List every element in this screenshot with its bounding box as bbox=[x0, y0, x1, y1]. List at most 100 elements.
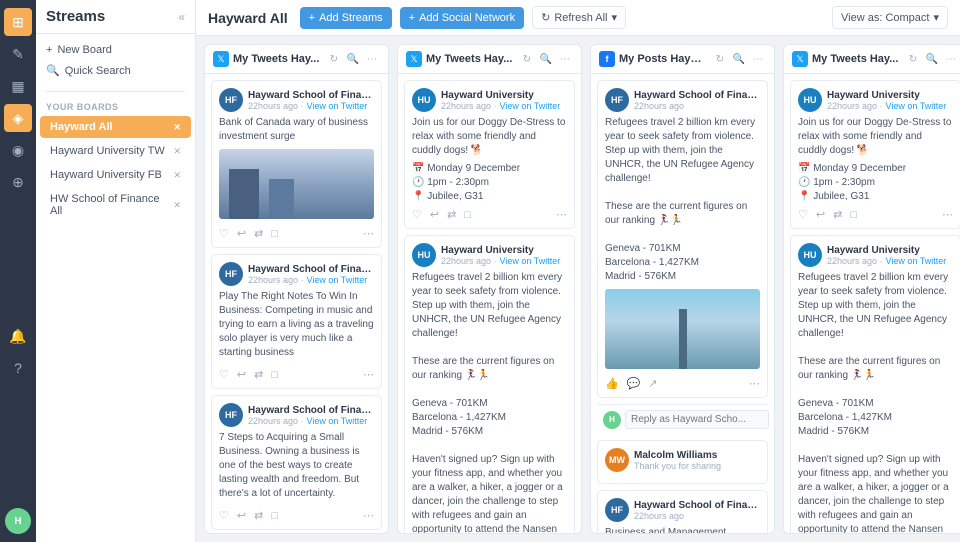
share-icon[interactable]: ↗ bbox=[648, 377, 657, 390]
card-time: 22hours ago · View on Twitter bbox=[248, 101, 374, 111]
nav-streams-icon[interactable]: ◈ bbox=[4, 104, 32, 132]
sidebar-item-hayward-university-tw[interactable]: Hayward University TW ✕ bbox=[40, 140, 191, 162]
nav-more-icon[interactable]: ⊕ bbox=[4, 168, 32, 196]
column-header-1: 𝕏 My Tweets Hay... ↻ 🔍 ⋯ bbox=[205, 45, 388, 74]
quick-search-label: Quick Search bbox=[65, 65, 131, 77]
avatar: HF bbox=[219, 262, 243, 286]
reply-input[interactable] bbox=[625, 410, 769, 429]
search-icon[interactable]: 🔍 bbox=[345, 51, 361, 67]
refresh-icon[interactable]: ↻ bbox=[905, 51, 921, 67]
share-icon[interactable]: □ bbox=[271, 510, 278, 522]
card-time: 22hours ago · View on Twitter bbox=[248, 275, 374, 285]
emoji-icon[interactable]: 😊 bbox=[773, 413, 774, 426]
share-icon[interactable]: □ bbox=[850, 209, 857, 221]
view-on-twitter[interactable]: View on Twitter bbox=[307, 416, 368, 426]
share-icon[interactable]: □ bbox=[271, 369, 278, 381]
nav-compose-icon[interactable]: ✎ bbox=[4, 40, 32, 68]
card-author: Hayward University bbox=[441, 90, 567, 101]
close-board-icon[interactable]: ✕ bbox=[173, 170, 181, 181]
nav-analytics-icon[interactable]: ◉ bbox=[4, 136, 32, 164]
card-author: Hayward School of Finance bbox=[248, 90, 374, 101]
view-on-twitter[interactable]: View on Twitter bbox=[500, 256, 561, 266]
nav-home-icon[interactable]: ⊞ bbox=[4, 8, 32, 36]
refresh-icon[interactable]: ↻ bbox=[519, 51, 535, 67]
refresh-icon[interactable]: ↻ bbox=[712, 51, 728, 67]
sidebar-item-hw-school-finance[interactable]: HW School of Finance All ✕ bbox=[40, 188, 191, 222]
close-board-icon[interactable]: ✕ bbox=[173, 200, 181, 211]
sidebar-item-hayward-university-fb[interactable]: Hayward University FB ✕ bbox=[40, 164, 191, 186]
refresh-icon[interactable]: ↻ bbox=[326, 51, 342, 67]
nav-question-icon[interactable]: ? bbox=[4, 354, 32, 382]
more-icon[interactable]: ⋯ bbox=[750, 51, 766, 67]
reply-icon[interactable]: ↩ bbox=[430, 208, 439, 221]
retweet-icon[interactable]: ⇄ bbox=[833, 208, 842, 221]
like-icon[interactable]: ♡ bbox=[219, 227, 229, 240]
plus-icon: + bbox=[309, 12, 315, 24]
like-icon[interactable]: ♡ bbox=[798, 208, 808, 221]
more-icon[interactable]: ⋯ bbox=[363, 368, 374, 381]
card-time: 22hours ago · View on Twitter bbox=[441, 256, 567, 266]
avatar: HU bbox=[412, 243, 436, 267]
reply-icon[interactable]: ↩ bbox=[816, 208, 825, 221]
share-icon[interactable]: □ bbox=[271, 228, 278, 240]
search-icon[interactable]: 🔍 bbox=[538, 51, 554, 67]
share-icon[interactable]: □ bbox=[464, 209, 471, 221]
refresh-all-button[interactable]: ↻ Refresh All ▾ bbox=[532, 6, 626, 29]
retweet-icon[interactable]: ⇄ bbox=[254, 509, 263, 522]
view-as-button[interactable]: View as: Compact ▾ bbox=[832, 6, 948, 29]
card-time: 22hours ago bbox=[634, 101, 760, 111]
more-icon[interactable]: ⋯ bbox=[749, 377, 760, 390]
search-icon[interactable]: 🔍 bbox=[924, 51, 940, 67]
more-icon[interactable]: ⋯ bbox=[557, 51, 573, 67]
search-icon[interactable]: 🔍 bbox=[731, 51, 747, 67]
close-board-icon[interactable]: ✕ bbox=[173, 122, 181, 133]
card-actions: ♡ ↩ ⇄ □ ⋯ bbox=[219, 365, 374, 381]
card-author: Hayward University bbox=[441, 245, 567, 256]
more-icon[interactable]: ⋯ bbox=[363, 509, 374, 522]
retweet-icon[interactable]: ⇄ bbox=[254, 368, 263, 381]
like-icon[interactable]: ♡ bbox=[412, 208, 422, 221]
comment-icon[interactable]: 💬 bbox=[627, 377, 641, 390]
twitter-icon: 𝕏 bbox=[213, 51, 229, 67]
board-name: Hayward University FB bbox=[50, 169, 162, 181]
tweet-card: HU Hayward University 22hours ago · View… bbox=[404, 80, 575, 229]
view-on-twitter[interactable]: View on Twitter bbox=[500, 101, 561, 111]
card-author: Hayward School of Finance bbox=[248, 264, 374, 275]
reply-icon[interactable]: ↩ bbox=[237, 509, 246, 522]
like-icon[interactable]: ♡ bbox=[219, 368, 229, 381]
view-on-twitter[interactable]: View on Twitter bbox=[307, 101, 368, 111]
add-social-network-button[interactable]: + Add Social Network bbox=[400, 7, 524, 29]
close-board-icon[interactable]: ✕ bbox=[173, 146, 181, 157]
more-icon[interactable]: ⋯ bbox=[943, 51, 959, 67]
like-icon[interactable]: ♡ bbox=[219, 509, 229, 522]
nav-grid-icon[interactable]: ▦ bbox=[4, 72, 32, 100]
user-avatar[interactable]: H bbox=[5, 508, 31, 534]
more-icon[interactable]: ⋯ bbox=[364, 51, 380, 67]
new-board-button[interactable]: + New Board bbox=[46, 42, 185, 58]
sidebar-item-hayward-all[interactable]: Hayward All ✕ bbox=[40, 116, 191, 138]
retweet-icon[interactable]: ⇄ bbox=[447, 208, 456, 221]
boards-section-label: YOUR BOARDS bbox=[36, 96, 195, 115]
column-cards-2: HU Hayward University 22hours ago · View… bbox=[398, 74, 581, 533]
column-my-tweets-1: 𝕏 My Tweets Hay... ↻ 🔍 ⋯ HF Hayward Scho… bbox=[204, 44, 389, 534]
view-on-twitter[interactable]: View on Twitter bbox=[886, 101, 947, 111]
twitter-icon: 𝕏 bbox=[792, 51, 808, 67]
sidebar-collapse-icon[interactable]: « bbox=[178, 10, 185, 24]
more-icon[interactable]: ⋯ bbox=[942, 208, 953, 221]
column-cards-1: HF Hayward School of Finance 22hours ago… bbox=[205, 74, 388, 533]
card-actions: ♡ ↩ ⇄ □ ⋯ bbox=[798, 205, 953, 221]
add-streams-button[interactable]: + Add Streams bbox=[300, 7, 392, 29]
like-icon[interactable]: 👍 bbox=[605, 377, 619, 390]
view-on-twitter[interactable]: View on Twitter bbox=[307, 275, 368, 285]
reply-icon[interactable]: ↩ bbox=[237, 227, 246, 240]
nav-bell-icon[interactable]: 🔔 bbox=[4, 322, 32, 350]
more-icon[interactable]: ⋯ bbox=[556, 208, 567, 221]
more-icon[interactable]: ⋯ bbox=[363, 227, 374, 240]
reply-icon[interactable]: ↩ bbox=[237, 368, 246, 381]
card-text: Refugees travel 2 billion km every year … bbox=[412, 271, 567, 533]
card-author: Hayward School of Finance bbox=[634, 90, 760, 101]
view-on-twitter[interactable]: View on Twitter bbox=[886, 256, 947, 266]
retweet-icon[interactable]: ⇄ bbox=[254, 227, 263, 240]
quick-search-button[interactable]: 🔍 Quick Search bbox=[46, 62, 185, 79]
card-time: 22hours ago bbox=[634, 511, 760, 521]
